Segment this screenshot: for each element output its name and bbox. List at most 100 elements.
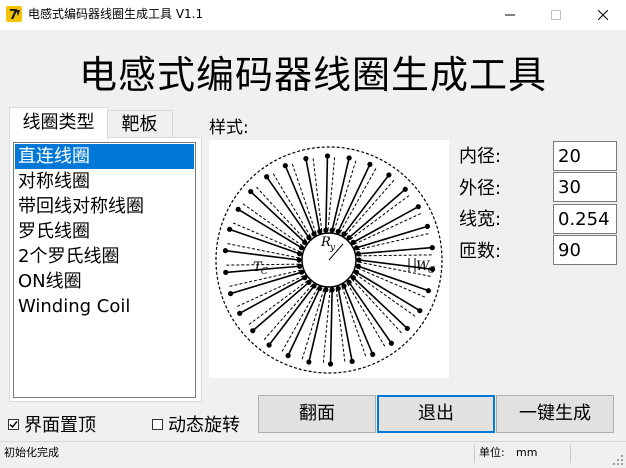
status-divider — [570, 445, 571, 463]
topmost-label: 界面置顶 — [24, 415, 96, 436]
turns-label: 匝数: — [459, 241, 502, 262]
via-dot — [227, 290, 234, 297]
via-dot — [306, 359, 312, 365]
close-button[interactable] — [580, 0, 626, 30]
via-dot — [350, 275, 356, 281]
coil-trace-back — [281, 287, 319, 353]
resize-grip-icon[interactable] — [612, 454, 624, 466]
via-dot — [297, 263, 303, 269]
via-dot — [298, 245, 305, 251]
topmost-checkbox[interactable]: 界面置顶 — [8, 412, 96, 436]
outer-diameter-field[interactable] — [553, 172, 617, 202]
list-item[interactable]: 直连线圈 — [15, 144, 194, 169]
via-dot — [346, 235, 352, 241]
close-icon — [598, 10, 608, 20]
page-title: 电感式编码器线圈生成工具 — [78, 53, 547, 97]
coil-trace — [348, 188, 406, 239]
coil-trace-back — [345, 179, 396, 236]
via-dot — [227, 226, 233, 232]
tab-target-board[interactable]: 靶板 — [106, 110, 173, 139]
coil-trace — [325, 155, 329, 231]
via-dot — [335, 285, 341, 292]
via-dot — [324, 153, 331, 159]
checkbox-checked-icon — [8, 418, 19, 430]
coil-trace — [331, 157, 350, 231]
via-dot — [370, 351, 376, 357]
via-dot — [306, 279, 312, 285]
unit-value: mm — [516, 446, 538, 459]
coil-trace — [329, 289, 333, 365]
via-dot — [353, 245, 360, 251]
via-dot — [297, 251, 303, 257]
outer-diameter-label: 外径: — [459, 178, 502, 199]
via-dot — [350, 239, 356, 245]
via-dot — [237, 310, 243, 316]
via-dot — [349, 358, 355, 364]
coil-trace-back — [351, 278, 403, 335]
via-dot — [306, 235, 312, 241]
via-dot — [311, 231, 317, 237]
via-dot — [415, 204, 421, 210]
coil-type-list[interactable]: 直连线圈 对称线圈 带回线对称线圈 罗氏线圈 2个罗氏线圈 ON线圈 Windi… — [13, 142, 196, 398]
coil-trace-back — [357, 232, 430, 251]
list-item[interactable]: 罗氏线圈 — [15, 219, 194, 244]
maximize-button[interactable] — [533, 0, 579, 30]
list-item[interactable]: 对称线圈 — [15, 169, 194, 194]
coil-trace-back — [322, 289, 331, 364]
via-dot — [353, 269, 360, 275]
via-dot — [355, 251, 361, 257]
via-dot — [317, 285, 323, 292]
rotate-label: 动态旋转 — [168, 415, 240, 436]
coil-trace — [252, 281, 310, 332]
list-item[interactable]: ON线圈 — [15, 269, 194, 294]
list-item[interactable]: 带回线对称线圈 — [15, 194, 194, 219]
via-dot — [296, 257, 302, 263]
coil-trace — [239, 276, 306, 315]
via-dot — [425, 288, 431, 294]
via-dot — [355, 263, 361, 269]
via-dot — [323, 287, 329, 293]
status-message: 初始化完成 — [4, 446, 59, 459]
app-icon: 7 — [6, 6, 22, 22]
checkbox-unchecked-icon — [152, 418, 163, 430]
via-dot — [424, 223, 431, 230]
via-dot — [303, 156, 309, 162]
minimize-button[interactable] — [487, 0, 533, 30]
via-dot — [346, 279, 352, 285]
radius-sub-label: y — [329, 243, 336, 253]
inner-diameter-field[interactable] — [553, 141, 617, 171]
generate-button[interactable]: 一键生成 — [496, 395, 614, 433]
line-width-field[interactable] — [553, 204, 617, 234]
via-dot — [311, 283, 317, 289]
flip-button[interactable]: 翻面 — [258, 395, 376, 433]
turns-field[interactable] — [553, 235, 617, 265]
via-dot — [223, 269, 229, 275]
width-sub-label: C — [428, 266, 435, 276]
minimize-icon — [505, 14, 515, 16]
exit-button[interactable]: 退出 — [377, 395, 495, 433]
via-dot — [235, 206, 241, 212]
style-label: 样式: — [209, 118, 249, 138]
coil-trace — [356, 225, 428, 249]
coil-trace-back — [339, 167, 377, 233]
via-dot — [386, 172, 392, 178]
coil-diagram: R y T C W C — [215, 146, 443, 374]
coil-trace — [237, 208, 303, 249]
inner-diameter-label: 内径: — [459, 146, 502, 167]
via-dot — [356, 257, 362, 263]
rotate-checkbox[interactable]: 动态旋转 — [152, 412, 240, 436]
via-dot — [402, 186, 408, 192]
coil-trace — [229, 228, 300, 255]
via-dot — [298, 269, 305, 275]
via-dot — [250, 328, 256, 334]
coil-trace-back — [333, 159, 357, 231]
list-item[interactable]: Winding Coil — [15, 294, 194, 319]
via-dot — [367, 161, 373, 167]
via-dot — [266, 342, 272, 348]
tab-coil-type[interactable]: 线圈类型 — [9, 107, 108, 139]
maximize-icon — [551, 10, 561, 20]
via-dot — [248, 188, 254, 195]
window-title: 电感式编码器线圈生成工具 V1.1 — [28, 7, 204, 21]
list-item[interactable]: 2个罗氏线圈 — [15, 244, 194, 269]
coil-trace-back — [327, 156, 336, 231]
